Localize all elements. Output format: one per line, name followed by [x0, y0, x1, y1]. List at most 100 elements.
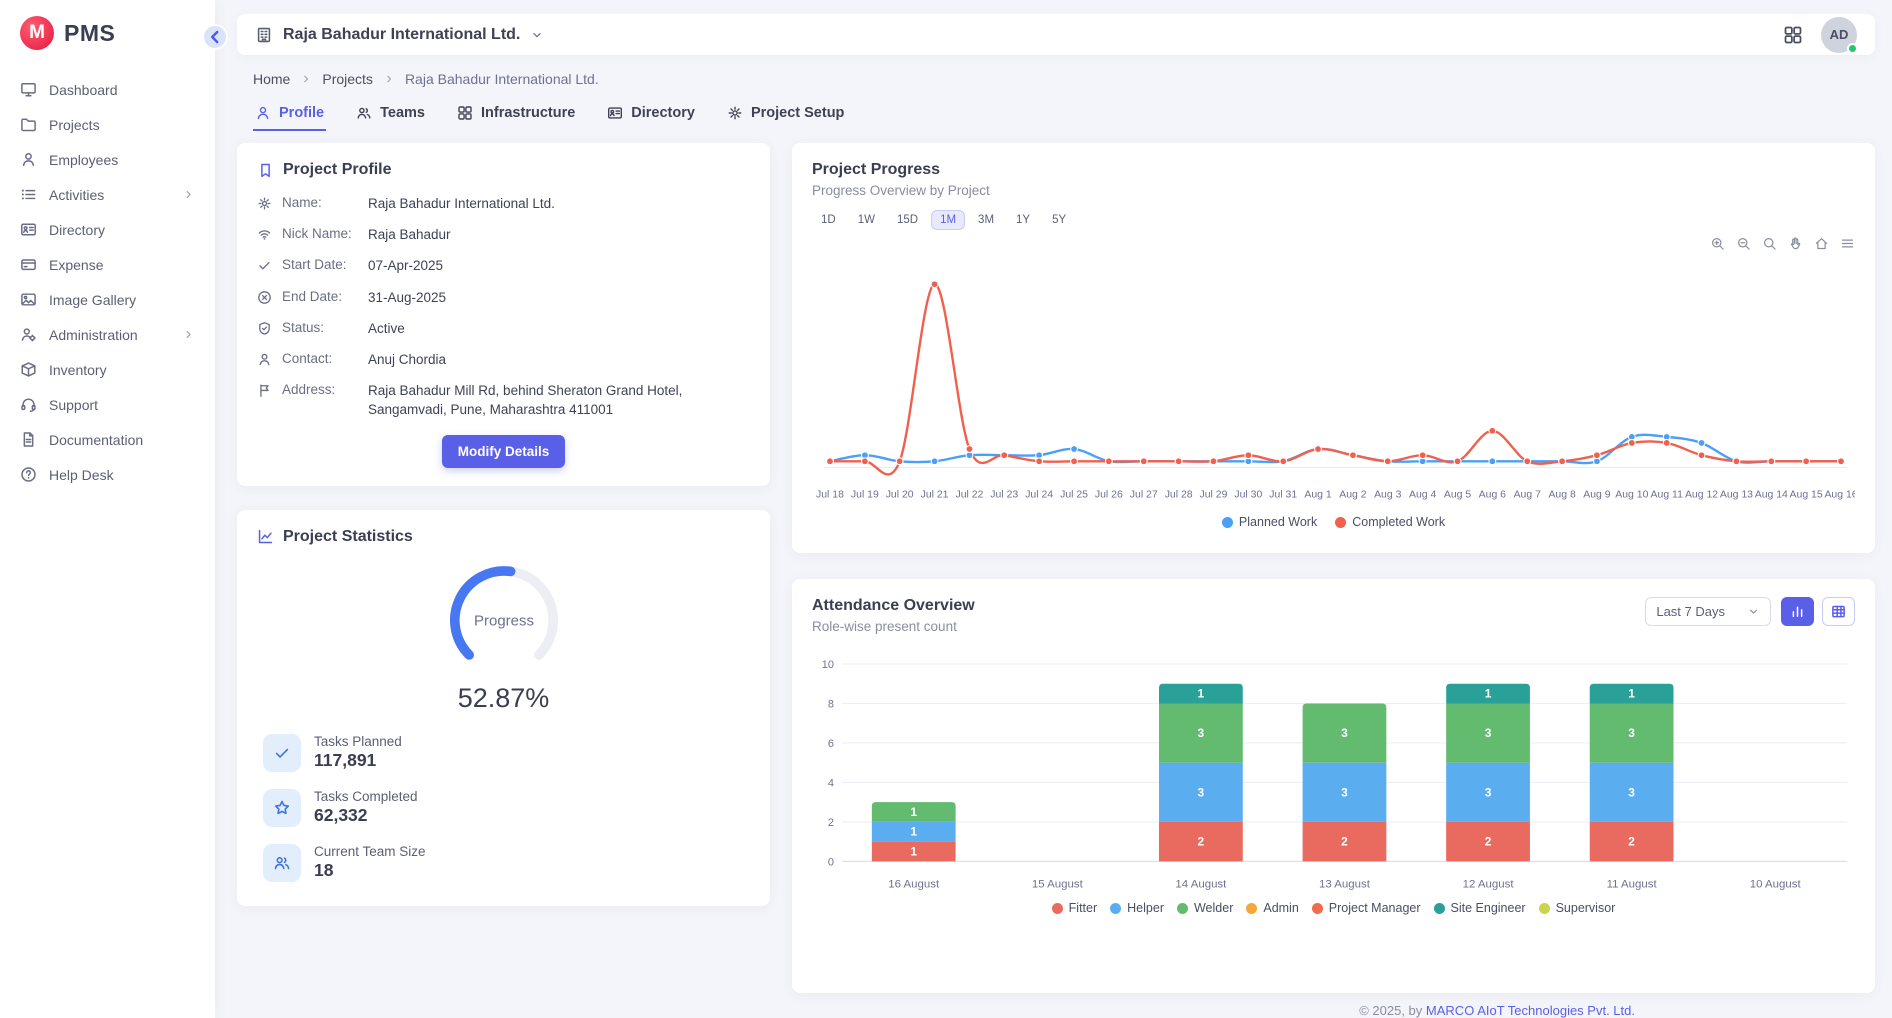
app-logo[interactable]: M PMS: [0, 0, 215, 66]
field-label: Start Date:: [282, 257, 358, 272]
sidebar-item-support[interactable]: Support: [10, 387, 205, 422]
sidebar-item-dashboard[interactable]: Dashboard: [10, 72, 205, 107]
sidebar-item-inventory[interactable]: Inventory: [10, 352, 205, 387]
range-button-1m[interactable]: 1M: [931, 210, 965, 230]
attendance-card: Attendance Overview Role-wise present co…: [792, 579, 1875, 993]
legend-completed-work[interactable]: Completed Work: [1335, 515, 1445, 529]
field-label: Nick Name:: [282, 226, 358, 241]
stats-list: Tasks Planned117,891Tasks Completed62,33…: [263, 734, 750, 882]
footer-company-link[interactable]: MARCO AIoT Technologies Pvt. Ltd.: [1426, 1003, 1635, 1018]
range-button-1w[interactable]: 1W: [849, 210, 884, 230]
profile-field-contact: Contact:Anuj Chordia: [257, 351, 750, 369]
svg-text:Aug 14: Aug 14: [1755, 489, 1788, 500]
tab-label: Project Setup: [751, 105, 844, 121]
legend-planned-work[interactable]: Planned Work: [1222, 515, 1317, 529]
legend-marker: [1434, 903, 1445, 914]
table-view-button[interactable]: [1822, 597, 1855, 626]
headset-icon: [20, 396, 37, 413]
svg-text:2: 2: [1341, 835, 1348, 849]
company-selector[interactable]: Raja Bahadur International Ltd.: [255, 26, 544, 44]
legend-fitter[interactable]: Fitter: [1052, 901, 1097, 915]
range-button-1y[interactable]: 1Y: [1007, 210, 1039, 230]
sidebar-item-administration[interactable]: Administration: [10, 317, 205, 352]
user-avatar[interactable]: AD: [1821, 17, 1857, 53]
legend-admin[interactable]: Admin: [1246, 901, 1298, 915]
card-title: Attendance Overview: [812, 597, 975, 615]
sidebar-item-projects[interactable]: Projects: [10, 107, 205, 142]
sidebar-item-activities[interactable]: Activities: [10, 177, 205, 212]
breadcrumb-item-projects[interactable]: Projects: [322, 71, 373, 87]
stat-value: 117,891: [314, 750, 402, 771]
zoom-out-icon[interactable]: [1736, 234, 1751, 252]
svg-text:3: 3: [1628, 785, 1635, 799]
legend-welder[interactable]: Welder: [1177, 901, 1233, 915]
legend-supervisor[interactable]: Supervisor: [1539, 901, 1616, 915]
legend-project-manager[interactable]: Project Manager: [1312, 901, 1421, 915]
tab-directory[interactable]: Directory: [605, 101, 697, 131]
legend-marker: [1312, 903, 1323, 914]
legend-site-engineer[interactable]: Site Engineer: [1434, 901, 1526, 915]
svg-text:Jul 24: Jul 24: [1025, 489, 1053, 500]
grid-icon: [457, 105, 473, 121]
avatar-initials: AD: [1830, 27, 1849, 42]
attendance-bar-chart[interactable]: 024681011116 August15 August233114 Augus…: [812, 648, 1855, 899]
tab-teams[interactable]: Teams: [354, 101, 427, 131]
tab-project-setup[interactable]: Project Setup: [725, 101, 846, 131]
sidebar-item-image-gallery[interactable]: Image Gallery: [10, 282, 205, 317]
tab-profile[interactable]: Profile: [253, 101, 326, 131]
progress-line-chart[interactable]: Jul 18Jul 19Jul 20Jul 21Jul 22Jul 23Jul …: [812, 254, 1855, 511]
apps-grid-icon[interactable]: [1783, 25, 1803, 45]
tab-label: Profile: [279, 105, 324, 121]
legend-label: Site Engineer: [1451, 901, 1526, 915]
footer: © 2025, by MARCO AIoT Technologies Pvt. …: [237, 1003, 1875, 1018]
date-range-select[interactable]: Last 7 Days: [1645, 597, 1771, 626]
pan-icon[interactable]: [1788, 234, 1803, 252]
svg-text:Aug 9: Aug 9: [1583, 489, 1611, 500]
sidebar-item-expense[interactable]: Expense: [10, 247, 205, 282]
legend-helper[interactable]: Helper: [1110, 901, 1164, 915]
tab-infrastructure[interactable]: Infrastructure: [455, 101, 577, 131]
sidebar-item-employees[interactable]: Employees: [10, 142, 205, 177]
svg-text:Jul 22: Jul 22: [956, 489, 984, 500]
svg-text:Aug 10: Aug 10: [1615, 489, 1648, 500]
breadcrumb-item-raja-bahadur-international-ltd: Raja Bahadur International Ltd.: [405, 71, 599, 87]
sidebar-item-label: Projects: [49, 117, 100, 133]
profile-field-start-date: Start Date:07-Apr-2025: [257, 257, 750, 275]
field-value: Raja Bahadur Mill Rd, behind Sheraton Gr…: [368, 382, 750, 418]
selection-zoom-icon[interactable]: [1762, 234, 1777, 252]
wallet-icon: [20, 256, 37, 273]
sidebar-item-help-desk[interactable]: Help Desk: [10, 457, 205, 492]
bar-chart-view-button[interactable]: [1781, 597, 1814, 626]
profile-field-status: Status:Active: [257, 320, 750, 338]
modify-details-button[interactable]: Modify Details: [442, 435, 566, 468]
breadcrumb-item-home[interactable]: Home: [253, 71, 290, 87]
x-circle-icon: [257, 290, 272, 305]
sidebar-collapse-button[interactable]: [202, 24, 228, 50]
home-icon[interactable]: [1814, 234, 1829, 252]
range-button-5y[interactable]: 5Y: [1043, 210, 1075, 230]
range-selector: 1D1W15D1M3M1Y5Y: [812, 210, 1855, 230]
svg-text:Aug 13: Aug 13: [1720, 489, 1753, 500]
card-title: Project Progress: [812, 161, 940, 179]
svg-text:6: 6: [828, 738, 834, 750]
range-button-1d[interactable]: 1D: [812, 210, 845, 230]
progress-gauge-arc: Progress: [429, 556, 579, 678]
svg-text:1: 1: [1198, 687, 1205, 701]
svg-text:Jul 23: Jul 23: [990, 489, 1018, 500]
flag-icon: [257, 383, 272, 398]
image-icon: [20, 291, 37, 308]
sidebar-item-directory[interactable]: Directory: [10, 212, 205, 247]
date-range-value: Last 7 Days: [1656, 604, 1725, 619]
sidebar-item-documentation[interactable]: Documentation: [10, 422, 205, 457]
svg-text:Aug 4: Aug 4: [1409, 489, 1437, 500]
legend-label: Admin: [1263, 901, 1298, 915]
range-button-3m[interactable]: 3M: [969, 210, 1003, 230]
stat-label: Current Team Size: [314, 844, 426, 859]
tab-label: Directory: [631, 105, 695, 121]
menu-icon[interactable]: [1840, 234, 1855, 252]
profile-field-name: Name:Raja Bahadur International Ltd.: [257, 195, 750, 213]
range-button-15d[interactable]: 15D: [888, 210, 927, 230]
chevron-right-icon: [182, 328, 195, 341]
zoom-in-icon[interactable]: [1710, 234, 1725, 252]
logo-icon: M: [20, 16, 54, 50]
